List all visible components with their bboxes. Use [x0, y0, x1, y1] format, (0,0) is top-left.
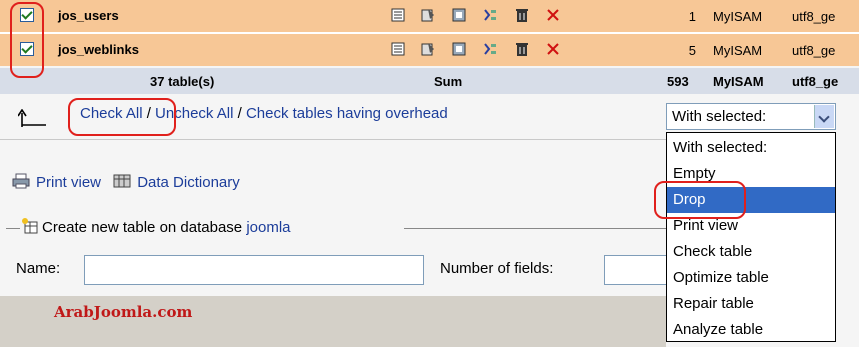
search-icon[interactable]: [451, 41, 467, 57]
print-links: Print view Data Dictionary: [12, 173, 240, 191]
summary-engine: MyISAM: [713, 74, 764, 89]
summary-row: 37 table(s) Sum 593 MyISAM utf8_ge: [0, 68, 859, 94]
check-overhead-link[interactable]: Check tables having overhead: [246, 105, 448, 122]
drop-icon[interactable]: [545, 7, 561, 23]
browse-icon[interactable]: [390, 41, 406, 57]
database-link[interactable]: joomla: [246, 219, 290, 236]
empty-icon[interactable]: [514, 7, 530, 23]
separator: /: [233, 105, 246, 122]
browse-icon[interactable]: [390, 7, 406, 23]
insert-icon[interactable]: [482, 7, 498, 23]
data-dictionary-icon: [113, 174, 131, 188]
data-dictionary-link[interactable]: Data Dictionary: [137, 174, 240, 191]
create-table-legend: Create new table on database joomla: [20, 218, 293, 236]
printer-icon: [12, 173, 30, 189]
new-table-icon: [22, 218, 38, 234]
table-count: 37 table(s): [150, 74, 215, 89]
dropdown-option[interactable]: Optimize table: [667, 265, 835, 291]
collation: utf8_ge: [792, 43, 836, 58]
create-table-text: Create new table on database: [42, 219, 247, 236]
table-row: jos_weblinks 5 MyISAM utf8_ge: [0, 34, 859, 66]
engine: MyISAM: [713, 43, 763, 58]
sum-label: Sum: [434, 74, 463, 89]
select-value: With selected:: [672, 108, 767, 125]
table-name[interactable]: jos_weblinks: [58, 42, 139, 57]
row-count: 1: [688, 9, 696, 24]
insert-icon[interactable]: [482, 41, 498, 57]
dropdown-option[interactable]: With selected:: [667, 135, 835, 161]
drop-icon[interactable]: [545, 41, 561, 57]
engine: MyISAM: [713, 9, 763, 24]
search-icon[interactable]: [451, 7, 467, 23]
annotation-oval: [10, 2, 44, 78]
dropdown-option[interactable]: Analyze table: [667, 317, 835, 343]
fieldset-border: [404, 228, 666, 229]
arrow-up-icon: [18, 109, 46, 127]
number-of-fields-label: Number of fields:: [440, 260, 554, 277]
with-selected-select[interactable]: With selected:: [666, 103, 836, 130]
with-selected-dropdown: With selected: Empty Drop Print view Che…: [666, 132, 836, 342]
watermark: ArabJoomla.com: [54, 303, 193, 321]
structure-icon[interactable]: [420, 7, 436, 23]
dropdown-option[interactable]: Repair table: [667, 291, 835, 317]
fieldset-border: [6, 228, 20, 229]
annotation-oval: [654, 181, 746, 219]
structure-icon[interactable]: [420, 41, 436, 57]
name-label: Name:: [16, 260, 61, 277]
collation: utf8_ge: [792, 9, 836, 24]
table-name[interactable]: jos_users: [58, 8, 119, 23]
table-row: jos_users 1 MyISAM utf8_ge: [0, 0, 859, 32]
total-rows: 593: [667, 74, 689, 89]
dropdown-option[interactable]: Check table: [667, 239, 835, 265]
summary-collation: utf8_ge: [792, 74, 839, 89]
chevron-down-icon[interactable]: [814, 105, 834, 128]
row-count: 5: [688, 43, 696, 58]
print-view-link[interactable]: Print view: [36, 174, 101, 191]
table-name-input[interactable]: [84, 255, 424, 285]
number-of-fields-input[interactable]: [604, 255, 666, 285]
annotation-oval: [68, 98, 176, 136]
empty-icon[interactable]: [514, 41, 530, 57]
